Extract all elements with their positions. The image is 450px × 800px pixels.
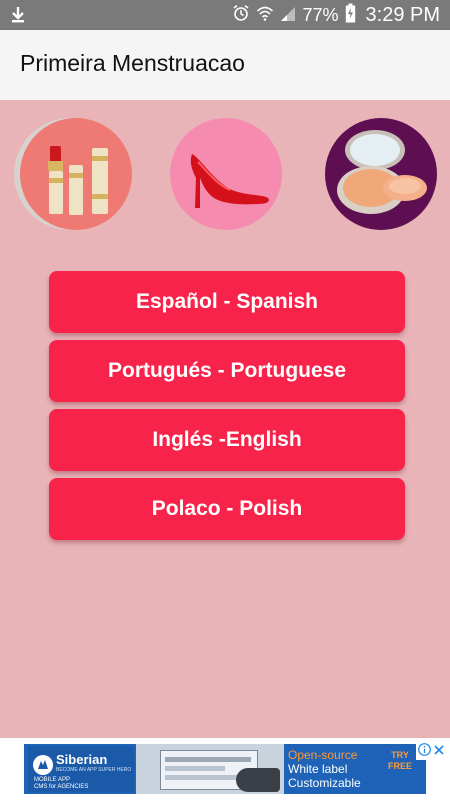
ad-copy-line1: Open-source: [288, 748, 358, 762]
ad-product-line1: MOBILE APP: [34, 777, 71, 783]
ad-copy-line2: White label: [288, 762, 348, 776]
alarm-icon: [232, 4, 250, 27]
ad-brand-panel: Siberian BECOME AN APP SUPER HERO MOBILE…: [28, 746, 134, 792]
ad-hand-illustration: [236, 768, 280, 792]
ad-info-icon[interactable]: [417, 743, 431, 761]
compact-powder-image: [325, 118, 437, 230]
language-button-english[interactable]: Inglés -English: [49, 409, 405, 471]
app-title: Primeira Menstruacao: [20, 50, 245, 76]
language-button-spanish[interactable]: Español - Spanish: [49, 271, 405, 333]
clock-time: 3:29 PM: [365, 3, 440, 26]
ad-cta[interactable]: TRY FREE: [388, 750, 412, 772]
ad-bar: Siberian BECOME AN APP SUPER HERO MOBILE…: [0, 738, 450, 800]
signal-icon: [280, 4, 296, 27]
download-icon: [8, 5, 28, 25]
battery-charging-icon: [345, 3, 356, 28]
wifi-icon: [256, 4, 274, 27]
ad-close-icon[interactable]: [433, 743, 445, 761]
main-content: Español - Spanish Portugués - Portuguese…: [0, 100, 450, 738]
language-button-portuguese[interactable]: Portugués - Portuguese: [49, 340, 405, 402]
status-bar: 77% 3:29 PM: [0, 0, 450, 30]
lipstick-image: [20, 118, 132, 230]
app-bar: Primeira Menstruacao: [0, 30, 450, 100]
ad-copy: Open-source White label Customizable: [288, 748, 361, 790]
ad-brand-name: Siberian: [56, 752, 108, 767]
ad-brand-tagline: BECOME AN APP SUPER HERO: [56, 767, 132, 773]
battery-percent: 77%: [302, 4, 339, 25]
ad-copy-line3: Customizable: [288, 776, 361, 790]
ad-photo: [136, 744, 284, 794]
red-heel-shoe-image: [170, 118, 282, 230]
language-button-polish[interactable]: Polaco - Polish: [49, 478, 405, 540]
ad-cta-line1: TRY: [391, 750, 409, 760]
ad-controls: [416, 743, 446, 761]
ad-cta-line2: FREE: [388, 761, 413, 771]
ad-banner[interactable]: Siberian BECOME AN APP SUPER HERO MOBILE…: [24, 744, 426, 794]
ad-product-line2: CMS for AGENCIES: [34, 784, 89, 790]
ad-product: MOBILE APP CMS for AGENCIES: [34, 777, 88, 791]
siberian-logo-icon: [32, 754, 54, 776]
